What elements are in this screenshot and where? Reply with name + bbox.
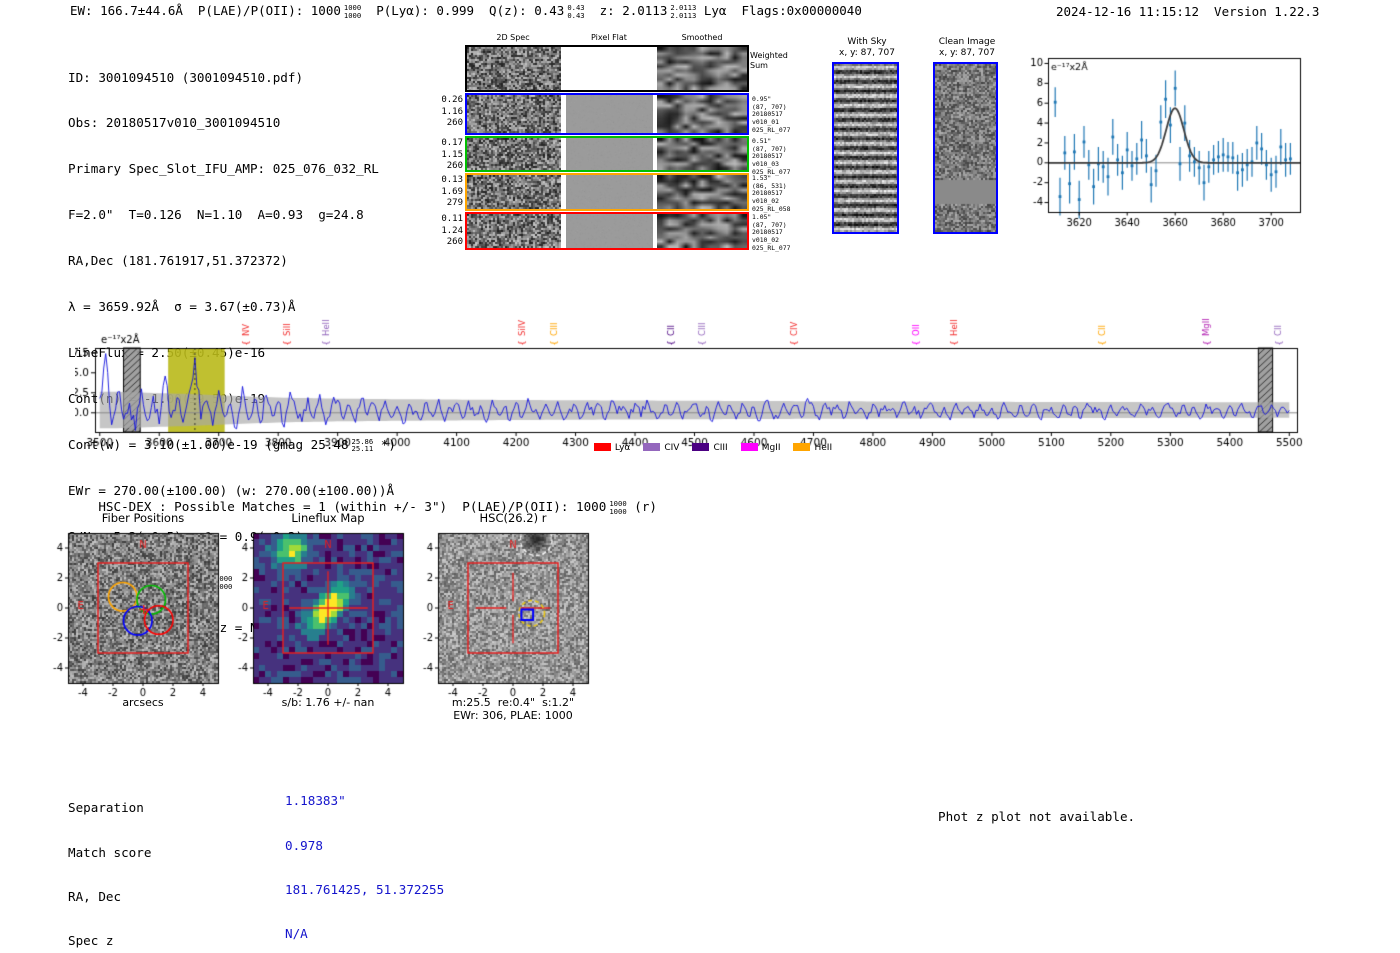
qz-fraction: 0.43 0.43 xyxy=(567,3,585,20)
info-line: F=2.0" T=0.126 N=1.10 A=0.93 g=24.8 xyxy=(68,207,364,223)
2d-spec-image xyxy=(467,95,561,133)
info-line: RA,Dec (181.761917,51.372372) xyxy=(68,253,288,269)
z-fraction: 2.0113 2.0113 xyxy=(670,3,697,20)
match-table-labels: Separation Match score RA, Dec Spec z Ph… xyxy=(68,772,182,953)
withsky-image-frame xyxy=(832,62,899,234)
fiber-id: 0.95" (87, 707) 20180517 v010_01 025_RL_077 xyxy=(752,95,791,134)
plae-fraction: 10001000 xyxy=(609,499,627,516)
fiber-stats: 0.13 1.69 279 xyxy=(441,175,463,209)
hsc-r-title: HSC(26.2) r xyxy=(479,511,547,525)
line-fit-plot xyxy=(1030,50,1315,232)
cleanimage-title: Clean Image x, y: 87, 707 xyxy=(938,37,996,58)
timestamp-version: 2024-12-16 11:15:12 Version 1.22.3 xyxy=(1056,4,1320,19)
spec2d-row-fiber3 xyxy=(465,173,749,211)
lineflux-map-xlabel: s/b: 1.76 +/- nan xyxy=(281,696,375,709)
info-line: Primary Spec_Slot_IFU_AMP: 025_076_032_R… xyxy=(68,161,379,177)
match-table-values: 1.18383" 0.978 181.761425, 51.372255 N/A… xyxy=(285,765,444,953)
2d-spec-image xyxy=(467,138,561,170)
header-plya: P(Lyα): 0.999 xyxy=(376,3,475,18)
pixel-flat-image xyxy=(566,138,653,170)
spec2d-row-weighted xyxy=(465,45,749,92)
legend-swatch xyxy=(643,443,661,451)
match-row-value: N/A xyxy=(285,925,308,941)
match-row-value: 181.761425, 51.372255 xyxy=(285,881,445,897)
col-header-smoothed: Smoothed xyxy=(681,33,723,42)
spec2d-row-fiber1 xyxy=(465,93,749,135)
legend-swatch xyxy=(692,443,710,451)
match-row-label: Spec z xyxy=(68,932,114,948)
fiber-stats: 0.11 1.24 260 xyxy=(441,214,463,248)
hsc-r-panel xyxy=(406,527,606,703)
withsky-image xyxy=(834,64,897,232)
match-row-label: RA, Dec xyxy=(68,888,122,904)
fiber-id: 0.51" (87, 707) 20180517 v010_03 025_RL_077 xyxy=(752,137,791,176)
lineflux-map-panel xyxy=(221,527,421,703)
summary-header: EW: 166.7±44.6Å P(LAE)/P(OII): 1000 1000 1… xyxy=(70,3,862,19)
legend-swatch xyxy=(740,443,758,451)
spectrum-legend: Lyα CIV CIII MgII HeII xyxy=(563,443,863,453)
info-line: Obs: 20180517v010_3001094510 xyxy=(68,115,281,131)
legend-swatch xyxy=(593,443,611,451)
legend-item: CIV xyxy=(643,443,679,453)
header-flags: Flags:0x00000040 xyxy=(741,3,862,18)
col-header-2d-spec: 2D Spec xyxy=(496,33,530,42)
match-row-label: Separation xyxy=(68,800,144,816)
match-row-label: Match score xyxy=(68,844,152,860)
elixer-detection-report: EW: 166.7±44.6Å P(LAE)/P(OII): 1000 1000 1… xyxy=(0,0,1400,953)
smoothed-image xyxy=(657,138,747,170)
legend-item: CIII xyxy=(692,443,728,453)
header-plae-poii: P(LAE)/P(OII): 1000 1000 1000 xyxy=(197,3,362,20)
hsc-r-ew-label: EWr: 306, PLAE: 1000 xyxy=(453,709,573,722)
weighted-sum-label: Weighted Sum xyxy=(750,51,788,70)
fiber-positions-title: Fiber Positions xyxy=(101,511,185,525)
legend-swatch xyxy=(793,443,811,451)
col-header-pixel-flat: Pixel Flat xyxy=(591,33,627,42)
fiber-id: 1.53" (86, 531) 20180517 v010_02 025_RL_058 xyxy=(752,174,791,213)
withsky-title: With Sky x, y: 87, 707 xyxy=(839,37,895,58)
lineflux-map-title: Lineflux Map xyxy=(291,511,365,525)
hsc-r-xlabel: m:25.5 re:0.4" s:1.2" xyxy=(451,696,575,709)
smoothed-image xyxy=(657,95,747,133)
legend-item: HeII xyxy=(793,443,832,453)
pixel-flat-image xyxy=(566,95,653,133)
fiber-positions-panel xyxy=(36,527,236,703)
legend-item: Lyα xyxy=(593,443,630,453)
smoothed-image xyxy=(657,47,747,90)
2d-spec-image xyxy=(467,175,561,209)
header-qz: Q(z): 0.43 0.43 0.43 xyxy=(489,3,585,20)
pixel-flat-image xyxy=(566,214,653,248)
2d-spec-image xyxy=(467,214,561,248)
smoothed-image xyxy=(657,175,747,209)
fiber-stats: 0.26 1.16 260 xyxy=(441,95,463,129)
pixel-flat-image xyxy=(566,47,653,90)
match-row-value: 0.978 xyxy=(285,837,323,853)
photz-note: Phot z plot not available. xyxy=(938,809,1136,824)
legend-item: MgII xyxy=(740,443,780,453)
spec2d-row-fiber2 xyxy=(465,136,749,172)
match-row-value: 1.18383" xyxy=(285,793,346,809)
cleanimage-frame xyxy=(933,62,998,234)
spec2d-row-fiber4 xyxy=(465,212,749,250)
header-z: z: 2.0113 2.0113 2.0113 Lyα xyxy=(599,3,727,20)
cleanimage-image xyxy=(935,64,996,232)
fiber-stats: 0.17 1.15 260 xyxy=(441,138,463,172)
pixel-flat-image xyxy=(566,175,653,209)
smoothed-image xyxy=(657,214,747,248)
2d-spec-image xyxy=(467,47,561,90)
info-line: ID: 3001094510 (3001094510.pdf) xyxy=(68,69,304,85)
fiber-id: 1.05" (87, 707) 20180517 v010_02 025_RL_077 xyxy=(752,213,791,252)
fiber-positions-xlabel: arcsecs xyxy=(122,696,164,709)
plae-fraction: 10001000 xyxy=(343,3,362,20)
full-spectrum-plot xyxy=(75,295,1315,447)
header-ew: EW: 166.7±44.6Å xyxy=(70,3,183,18)
